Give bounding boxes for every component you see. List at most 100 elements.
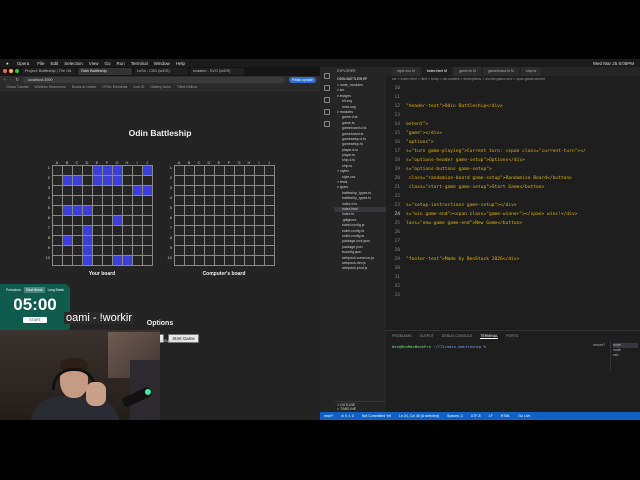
board-cell[interactable] [195, 216, 205, 226]
board-cell[interactable] [195, 196, 205, 206]
board-cell[interactable] [245, 236, 255, 246]
board-cell[interactable] [235, 246, 245, 256]
board-cell[interactable] [265, 256, 275, 266]
board-cell[interactable] [245, 176, 255, 186]
panel-tab[interactable]: TERMINAL [480, 334, 499, 339]
board-cell[interactable] [245, 206, 255, 216]
board-cell[interactable] [185, 186, 195, 196]
editor-tab[interactable]: gameboard.ts M [482, 67, 519, 76]
board-cell[interactable] [185, 206, 195, 216]
board-cell[interactable] [255, 166, 265, 176]
menu-item[interactable]: Go [104, 61, 110, 66]
finish-update-button[interactable]: Finish update [288, 77, 316, 83]
board-cell[interactable] [185, 166, 195, 176]
project-name[interactable]: ODIN-BATTLESHIP [334, 75, 386, 83]
board-cell[interactable] [195, 236, 205, 246]
board-cell[interactable] [185, 176, 195, 186]
menu-item[interactable]: Edit [51, 61, 59, 66]
browser-tab[interactable]: LeSn - C5G (w/DS) [134, 68, 188, 75]
board-cell[interactable] [255, 206, 265, 216]
board-cell[interactable] [205, 246, 215, 256]
browser-tab[interactable]: ecdaton - SVG (w/DS) [190, 68, 244, 75]
board-cell[interactable] [215, 196, 225, 206]
board-cell[interactable] [225, 196, 235, 206]
reload-icon[interactable]: ↻ [15, 77, 19, 83]
board-cell[interactable] [245, 186, 255, 196]
board-cell[interactable] [255, 246, 265, 256]
board-cell[interactable] [235, 256, 245, 266]
board-cell[interactable] [235, 236, 245, 246]
board-cell[interactable] [265, 216, 275, 226]
board-cell[interactable] [195, 176, 205, 186]
board-cell[interactable] [195, 226, 205, 236]
board-cell[interactable] [185, 226, 195, 236]
board-cell[interactable] [235, 166, 245, 176]
board-cell[interactable] [235, 216, 245, 226]
editor-tab[interactable]: ship.ts [520, 67, 542, 76]
board-cell[interactable] [235, 226, 245, 236]
board-cell[interactable] [255, 186, 265, 196]
bookmark-item[interactable]: Books at reader [72, 85, 97, 89]
timer-mode-tab[interactable]: Pomodoro [4, 287, 23, 293]
board-cell[interactable] [175, 206, 185, 216]
timer-mode-tab[interactable]: Long Break [46, 287, 66, 293]
board-cell[interactable] [255, 176, 265, 186]
board-cell[interactable] [175, 196, 185, 206]
timer-start-button[interactable]: START [23, 317, 47, 323]
board-cell[interactable] [215, 166, 225, 176]
panel-tab[interactable]: PORTS [506, 334, 518, 339]
panel-tab[interactable]: PROBLEMS [392, 334, 411, 339]
board-cell[interactable] [185, 256, 195, 266]
status-item[interactable]: ⊘ 0 ⚠ 0 [341, 414, 354, 418]
board-cell[interactable] [175, 236, 185, 246]
board-cell[interactable] [245, 216, 255, 226]
board-cell[interactable] [225, 236, 235, 246]
board-cell[interactable] [215, 216, 225, 226]
board-cell[interactable] [265, 206, 275, 216]
menu-item[interactable]: Run [116, 61, 124, 66]
board-cell[interactable] [215, 206, 225, 216]
menu-item[interactable]: View [89, 61, 99, 66]
board-cell[interactable] [245, 196, 255, 206]
board-cell[interactable] [205, 236, 215, 246]
board-cell[interactable] [205, 176, 215, 186]
board-cell[interactable] [205, 226, 215, 236]
board-cell[interactable] [215, 236, 225, 246]
zoom-window-icon[interactable] [15, 69, 19, 73]
panel-tab[interactable]: OUTPUT [419, 334, 433, 339]
board-cell[interactable] [245, 226, 255, 236]
board-cell[interactable] [245, 166, 255, 176]
menubar-clock[interactable]: Wed Mar 25 8:05PM [593, 61, 634, 66]
board-cell[interactable] [255, 226, 265, 236]
board-cell[interactable] [175, 166, 185, 176]
bookmark-item[interactable]: Chess Tutorial [6, 85, 28, 89]
editor-tab[interactable]: game.ts M [454, 67, 481, 76]
menu-item[interactable]: Help [176, 61, 185, 66]
editor-tab[interactable]: index.html M [421, 67, 453, 76]
timer-mode-tab[interactable]: Short Break [23, 287, 45, 293]
board-cell[interactable] [215, 186, 225, 196]
board-cell[interactable] [225, 256, 235, 266]
board-cell[interactable] [185, 236, 195, 246]
board-cell[interactable] [185, 246, 195, 256]
board-cell[interactable] [195, 186, 205, 196]
bookmark-item[interactable]: Tilted Helbox [177, 85, 197, 89]
menu-item[interactable]: Selection [64, 61, 83, 66]
panel-tab[interactable]: DEBUG CONSOLE [442, 334, 473, 339]
menubar-app-name[interactable]: Opera [17, 61, 30, 66]
timeline-section[interactable]: > TIMELINE [337, 407, 383, 411]
status-item[interactable]: LF [489, 414, 493, 418]
board-cell[interactable] [225, 206, 235, 216]
board-cell[interactable] [215, 176, 225, 186]
board-cell[interactable] [205, 256, 215, 266]
board-cell[interactable] [245, 246, 255, 256]
board-cell[interactable] [225, 176, 235, 186]
editor-tab[interactable]: style.css M [392, 67, 420, 76]
bookmark-item[interactable]: Gallery Icons [150, 85, 170, 89]
status-item[interactable]: HTML [501, 414, 511, 418]
source-control-icon[interactable] [324, 97, 330, 103]
url-field[interactable]: localhost:3000 [23, 77, 285, 83]
status-item[interactable]: Ln 24, Col 48 (6 selected) [399, 414, 439, 418]
board-cell[interactable] [255, 216, 265, 226]
board-cell[interactable] [175, 176, 185, 186]
